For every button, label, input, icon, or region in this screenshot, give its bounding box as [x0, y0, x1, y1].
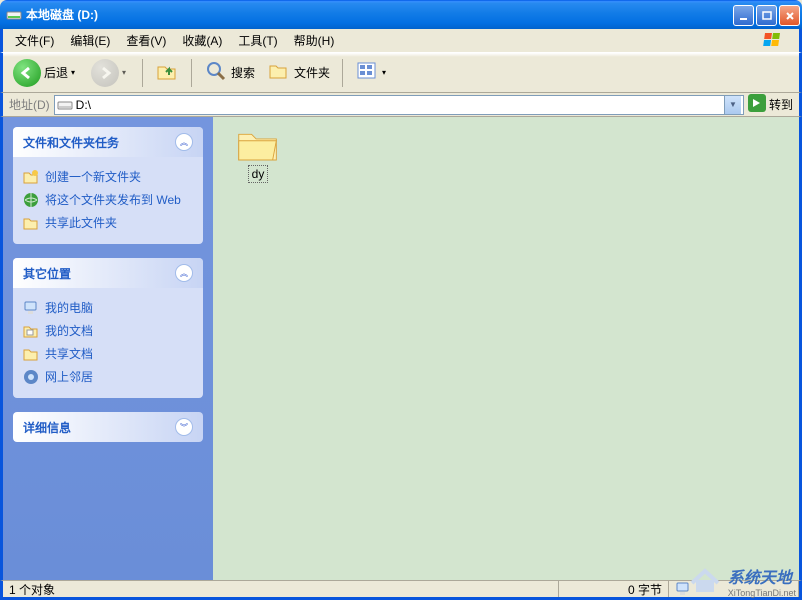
chevron-down-icon: ▾	[122, 68, 130, 77]
search-icon	[204, 59, 228, 86]
menubar: 文件(F) 编辑(E) 查看(V) 收藏(A) 工具(T) 帮助(H)	[0, 29, 802, 53]
place-my-documents[interactable]: 我的文档	[23, 319, 193, 342]
views-button[interactable]: ▾	[351, 57, 394, 88]
status-size-text: 0 字节	[628, 581, 662, 598]
close-button[interactable]	[779, 5, 800, 26]
collapse-icon: ︽	[175, 133, 193, 151]
place-network-places[interactable]: 网上邻居	[23, 365, 193, 388]
toolbar-divider	[191, 59, 192, 87]
expand-icon: ︾	[175, 418, 193, 436]
place-label: 共享文档	[45, 345, 93, 362]
status-objects: 1 个对象	[3, 581, 559, 597]
back-icon	[13, 59, 41, 87]
address-value: D:\	[73, 98, 724, 112]
folders-label: 文件夹	[294, 64, 330, 81]
place-my-computer[interactable]: 我的电脑	[23, 296, 193, 319]
go-button[interactable]: 转到	[748, 94, 793, 115]
menu-favorites[interactable]: 收藏(A)	[174, 30, 230, 51]
status-objects-text: 1 个对象	[9, 581, 55, 598]
toolbar-divider	[142, 59, 143, 87]
task-publish-web[interactable]: 将这个文件夹发布到 Web	[23, 188, 193, 211]
panel-header-details[interactable]: 详细信息 ︾	[13, 412, 203, 442]
drive-icon	[57, 97, 73, 113]
address-dropdown-button[interactable]: ▼	[724, 96, 741, 114]
status-zone	[669, 581, 799, 597]
place-label: 我的文档	[45, 322, 93, 339]
panel-header-tasks[interactable]: 文件和文件夹任务 ︽	[13, 127, 203, 157]
maximize-button[interactable]	[756, 5, 777, 26]
menu-edit[interactable]: 编辑(E)	[62, 30, 118, 51]
status-size: 0 字节	[559, 581, 669, 597]
minimize-button[interactable]	[733, 5, 754, 26]
titlebar: 本地磁盘 (D:)	[0, 0, 802, 29]
back-label: 后退	[44, 64, 68, 81]
share-folder-icon	[23, 215, 39, 231]
folder-item[interactable]: dy	[223, 127, 293, 183]
panel-file-tasks: 文件和文件夹任务 ︽ 创建一个新文件夹 将这个文件夹发布到 Web 共享此文件夹	[13, 127, 203, 244]
search-label: 搜索	[231, 64, 255, 81]
forward-button[interactable]: ▾	[87, 57, 134, 89]
panel-title: 文件和文件夹任务	[23, 134, 119, 151]
task-new-folder[interactable]: 创建一个新文件夹	[23, 165, 193, 188]
task-label: 将这个文件夹发布到 Web	[45, 191, 181, 208]
menu-help[interactable]: 帮助(H)	[286, 30, 343, 51]
address-label: 地址(D)	[9, 96, 50, 113]
folder-icon	[236, 127, 280, 165]
documents-icon	[23, 323, 39, 339]
explorer-body: 文件和文件夹任务 ︽ 创建一个新文件夹 将这个文件夹发布到 Web 共享此文件夹	[0, 117, 802, 580]
menu-view[interactable]: 查看(V)	[118, 30, 174, 51]
chevron-down-icon: ▾	[382, 68, 390, 77]
menu-tools[interactable]: 工具(T)	[230, 30, 285, 51]
panel-title: 其它位置	[23, 265, 71, 282]
place-label: 网上邻居	[45, 368, 93, 385]
panel-header-places[interactable]: 其它位置 ︽	[13, 258, 203, 288]
task-label: 创建一个新文件夹	[45, 168, 141, 185]
panel-other-places: 其它位置 ︽ 我的电脑 我的文档 共享文档 网上邻居	[13, 258, 203, 398]
views-icon	[355, 59, 379, 86]
toolbar-divider	[342, 59, 343, 87]
tasks-sidebar: 文件和文件夹任务 ︽ 创建一个新文件夹 将这个文件夹发布到 Web 共享此文件夹	[3, 117, 213, 580]
folder-content-area[interactable]: dy	[213, 117, 799, 580]
task-share-folder[interactable]: 共享此文件夹	[23, 211, 193, 234]
window-title: 本地磁盘 (D:)	[26, 6, 733, 23]
address-input[interactable]: D:\ ▼	[54, 95, 744, 115]
network-icon	[23, 369, 39, 385]
folders-button[interactable]: 文件夹	[263, 57, 334, 88]
chevron-down-icon: ▾	[71, 68, 79, 77]
folder-up-icon	[155, 59, 179, 86]
shared-folder-icon	[23, 346, 39, 362]
search-button[interactable]: 搜索	[200, 57, 259, 88]
back-button[interactable]: 后退 ▾	[9, 57, 83, 89]
forward-icon	[91, 59, 119, 87]
folders-icon	[267, 59, 291, 86]
go-label: 转到	[769, 96, 793, 113]
addressbar: 地址(D) D:\ ▼ 转到	[0, 93, 802, 117]
menu-file[interactable]: 文件(F)	[7, 30, 62, 51]
task-label: 共享此文件夹	[45, 214, 117, 231]
statusbar: 1 个对象 0 字节	[0, 580, 802, 600]
up-button[interactable]	[151, 57, 183, 88]
collapse-icon: ︽	[175, 264, 193, 282]
panel-details: 详细信息 ︾	[13, 412, 203, 442]
toolbar: 后退 ▾ ▾ 搜索 文件夹 ▾	[0, 53, 802, 93]
windows-flag-icon	[757, 31, 795, 51]
folder-name: dy	[248, 165, 269, 183]
place-label: 我的电脑	[45, 299, 93, 316]
new-folder-icon	[23, 169, 39, 185]
computer-icon	[23, 300, 39, 316]
my-computer-icon	[675, 581, 691, 597]
go-icon	[748, 94, 766, 115]
window-controls	[733, 5, 800, 26]
globe-icon	[23, 192, 39, 208]
drive-icon	[6, 7, 22, 23]
place-shared-documents[interactable]: 共享文档	[23, 342, 193, 365]
panel-title: 详细信息	[23, 419, 71, 436]
